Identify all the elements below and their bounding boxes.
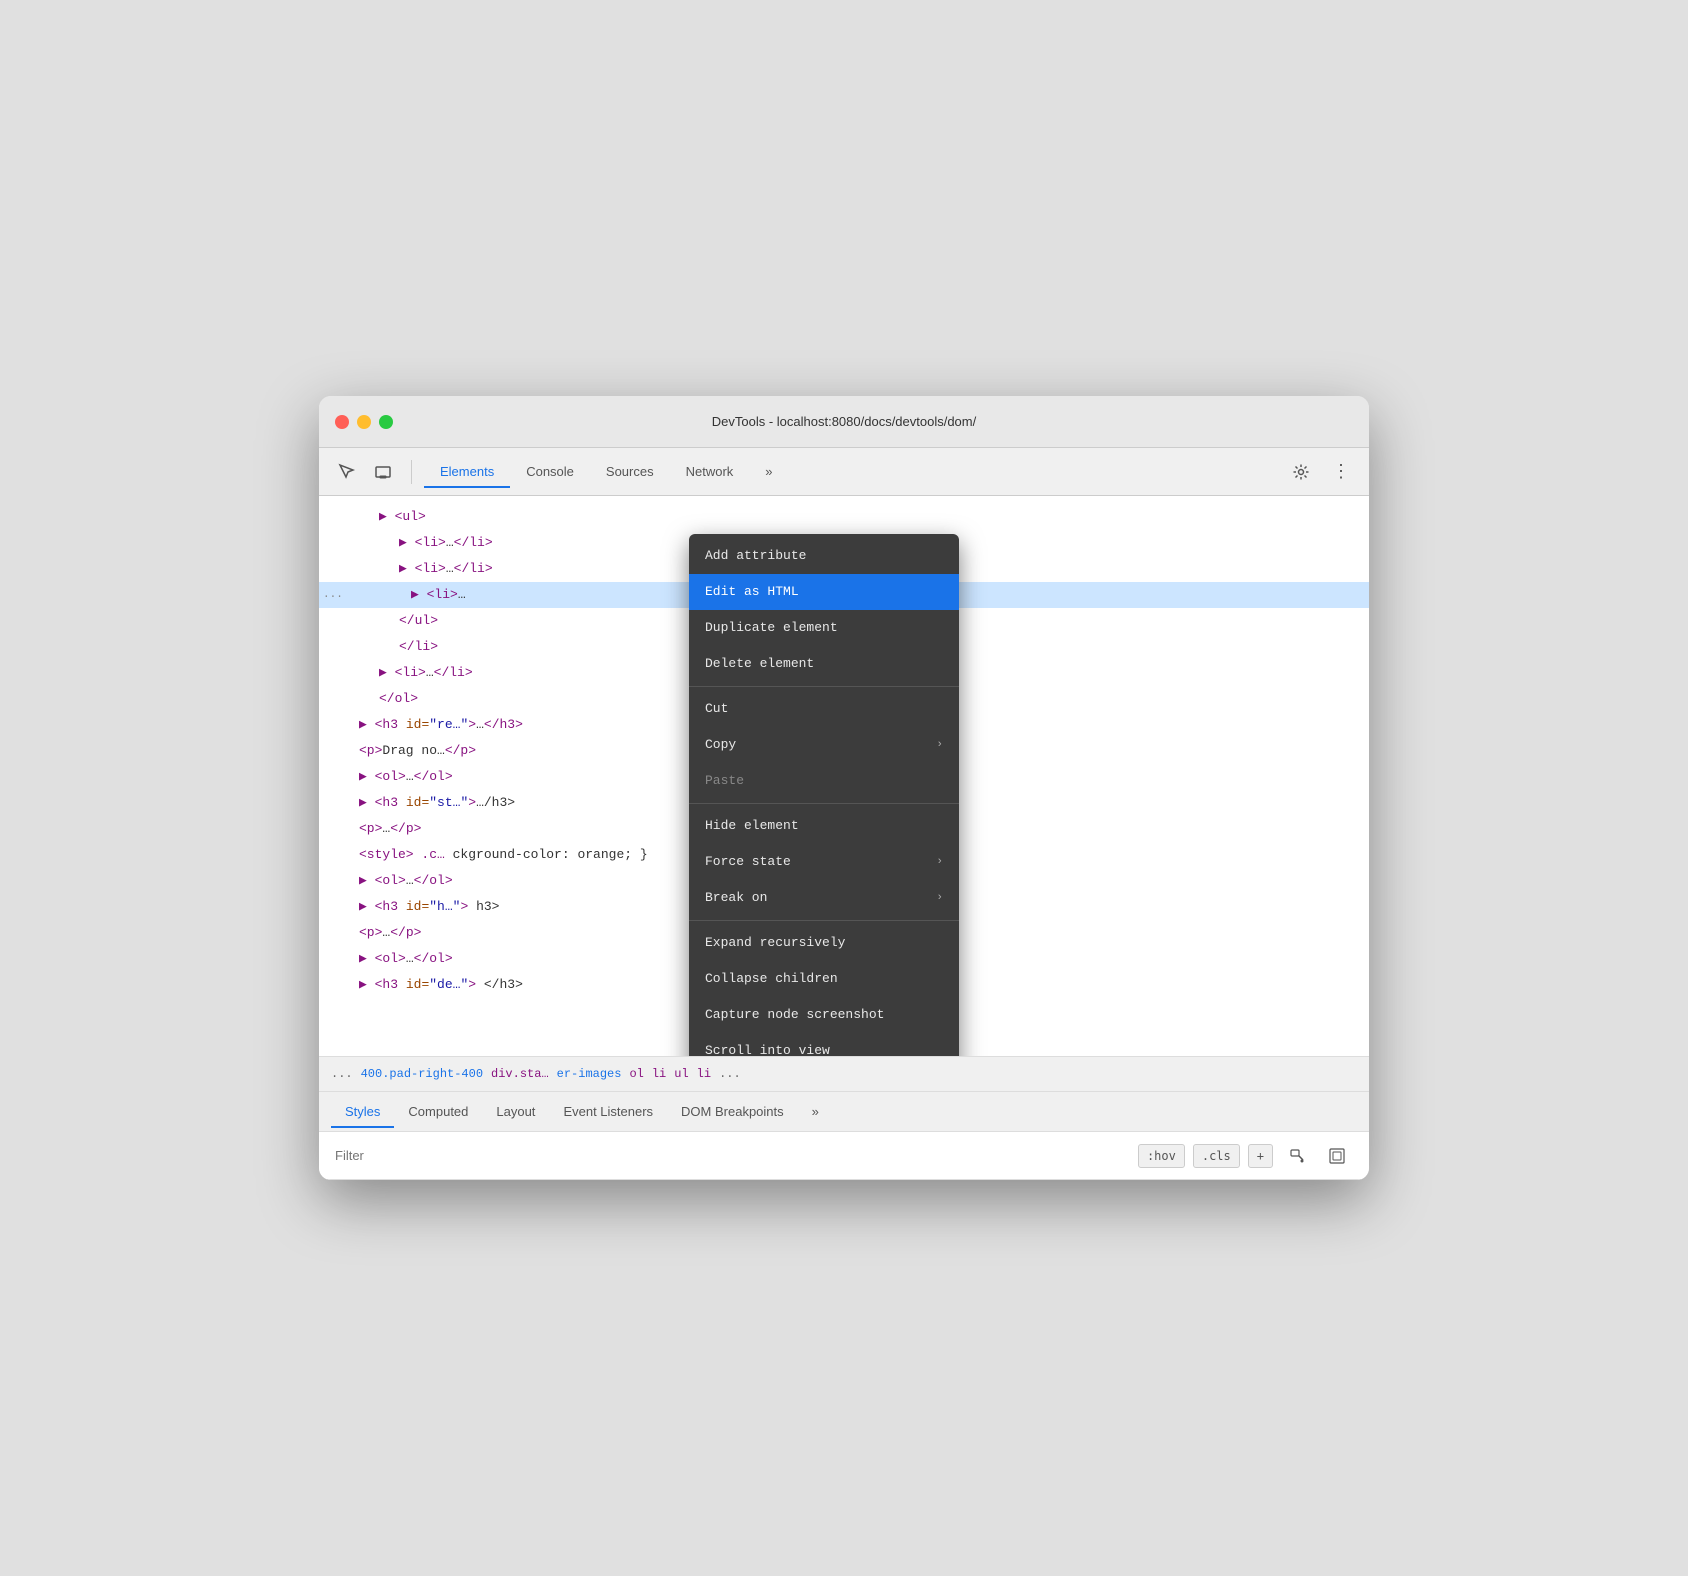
tab-network[interactable]: Network	[670, 456, 750, 487]
breadcrumb-item-6[interactable]: li	[697, 1067, 711, 1081]
cm-scroll-into-view[interactable]: Scroll into view	[689, 1033, 959, 1056]
breadcrumb-item-2[interactable]: er-images	[557, 1067, 622, 1081]
cm-paste: Paste	[689, 763, 959, 799]
filter-input[interactable]	[335, 1148, 1126, 1163]
device-mode-icon[interactable]	[367, 456, 399, 488]
inspect-icon[interactable]	[331, 456, 363, 488]
filter-icons: :hov .cls +	[1138, 1140, 1353, 1172]
tab-dom-breakpoints[interactable]: DOM Breakpoints	[667, 1096, 798, 1127]
cm-add-attribute[interactable]: Add attribute	[689, 538, 959, 574]
breadcrumb-item-1[interactable]: div.sta…	[491, 1067, 549, 1081]
cm-expand-recursively[interactable]: Expand recursively	[689, 925, 959, 961]
dom-line[interactable]: ▶ <ul>	[319, 504, 1369, 530]
cm-arrow-icon: ›	[936, 887, 943, 909]
cm-separator	[689, 803, 959, 804]
settings-icon[interactable]	[1285, 456, 1317, 488]
hov-button[interactable]: :hov	[1138, 1144, 1185, 1168]
close-button[interactable]	[335, 415, 349, 429]
tab-layout[interactable]: Layout	[482, 1096, 549, 1127]
cm-break-on[interactable]: Break on ›	[689, 880, 959, 916]
titlebar: DevTools - localhost:8080/docs/devtools/…	[319, 396, 1369, 448]
cm-capture-node-screenshot[interactable]: Capture node screenshot	[689, 997, 959, 1033]
cm-duplicate-element[interactable]: Duplicate element	[689, 610, 959, 646]
main-toolbar: Elements Console Sources Network »	[319, 448, 1369, 496]
toolbar-separator	[411, 460, 412, 484]
tab-console[interactable]: Console	[510, 456, 590, 487]
cm-force-state[interactable]: Force state ›	[689, 844, 959, 880]
cm-collapse-children[interactable]: Collapse children	[689, 961, 959, 997]
cm-cut[interactable]: Cut	[689, 691, 959, 727]
devtools-window: DevTools - localhost:8080/docs/devtools/…	[319, 396, 1369, 1180]
main-tab-list: Elements Console Sources Network »	[424, 456, 1281, 487]
traffic-lights	[335, 415, 393, 429]
cm-copy[interactable]: Copy ›	[689, 727, 959, 763]
minimize-button[interactable]	[357, 415, 371, 429]
tab-sources[interactable]: Sources	[590, 456, 670, 487]
cm-separator	[689, 920, 959, 921]
maximize-button[interactable]	[379, 415, 393, 429]
tab-more-bottom[interactable]: »	[798, 1096, 833, 1127]
tab-event-listeners[interactable]: Event Listeners	[549, 1096, 667, 1127]
filter-bar: :hov .cls +	[319, 1132, 1369, 1180]
bottom-tab-list: Styles Computed Layout Event Listeners D…	[319, 1092, 1369, 1132]
paint-icon[interactable]	[1281, 1140, 1313, 1172]
breadcrumb-dots-end[interactable]: ...	[719, 1067, 741, 1081]
cm-arrow-icon: ›	[936, 851, 943, 873]
box-model-icon[interactable]	[1321, 1140, 1353, 1172]
toolbar-right: ⋮	[1285, 456, 1357, 488]
more-options-icon[interactable]: ⋮	[1325, 456, 1357, 488]
window-title: DevTools - localhost:8080/docs/devtools/…	[712, 414, 976, 429]
tab-styles[interactable]: Styles	[331, 1096, 394, 1127]
cm-separator	[689, 686, 959, 687]
cls-button[interactable]: .cls	[1193, 1144, 1240, 1168]
tab-elements[interactable]: Elements	[424, 456, 510, 487]
breadcrumb-item-3[interactable]: ol	[629, 1067, 643, 1081]
new-style-rule-button[interactable]: +	[1248, 1144, 1273, 1168]
context-menu: Add attribute Edit as HTML Duplicate ele…	[689, 534, 959, 1056]
cm-arrow-icon: ›	[936, 734, 943, 756]
breadcrumb-bar: ... 400.pad-right-400 div.sta… er-images…	[319, 1056, 1369, 1092]
dom-tree: ▶ <ul> ▶ <li>…</li> ▶ <li>…</li> ... ▶ <…	[319, 496, 1369, 1056]
breadcrumb-item-5[interactable]: ul	[674, 1067, 688, 1081]
cm-hide-element[interactable]: Hide element	[689, 808, 959, 844]
tab-computed[interactable]: Computed	[394, 1096, 482, 1127]
breadcrumb-item-4[interactable]: li	[652, 1067, 666, 1081]
breadcrumb-dots-start[interactable]: ...	[331, 1067, 353, 1081]
cm-edit-as-html[interactable]: Edit as HTML	[689, 574, 959, 610]
breadcrumb-item-0[interactable]: 400.pad-right-400	[361, 1067, 483, 1081]
cm-delete-element[interactable]: Delete element	[689, 646, 959, 682]
tab-more[interactable]: »	[749, 456, 788, 487]
